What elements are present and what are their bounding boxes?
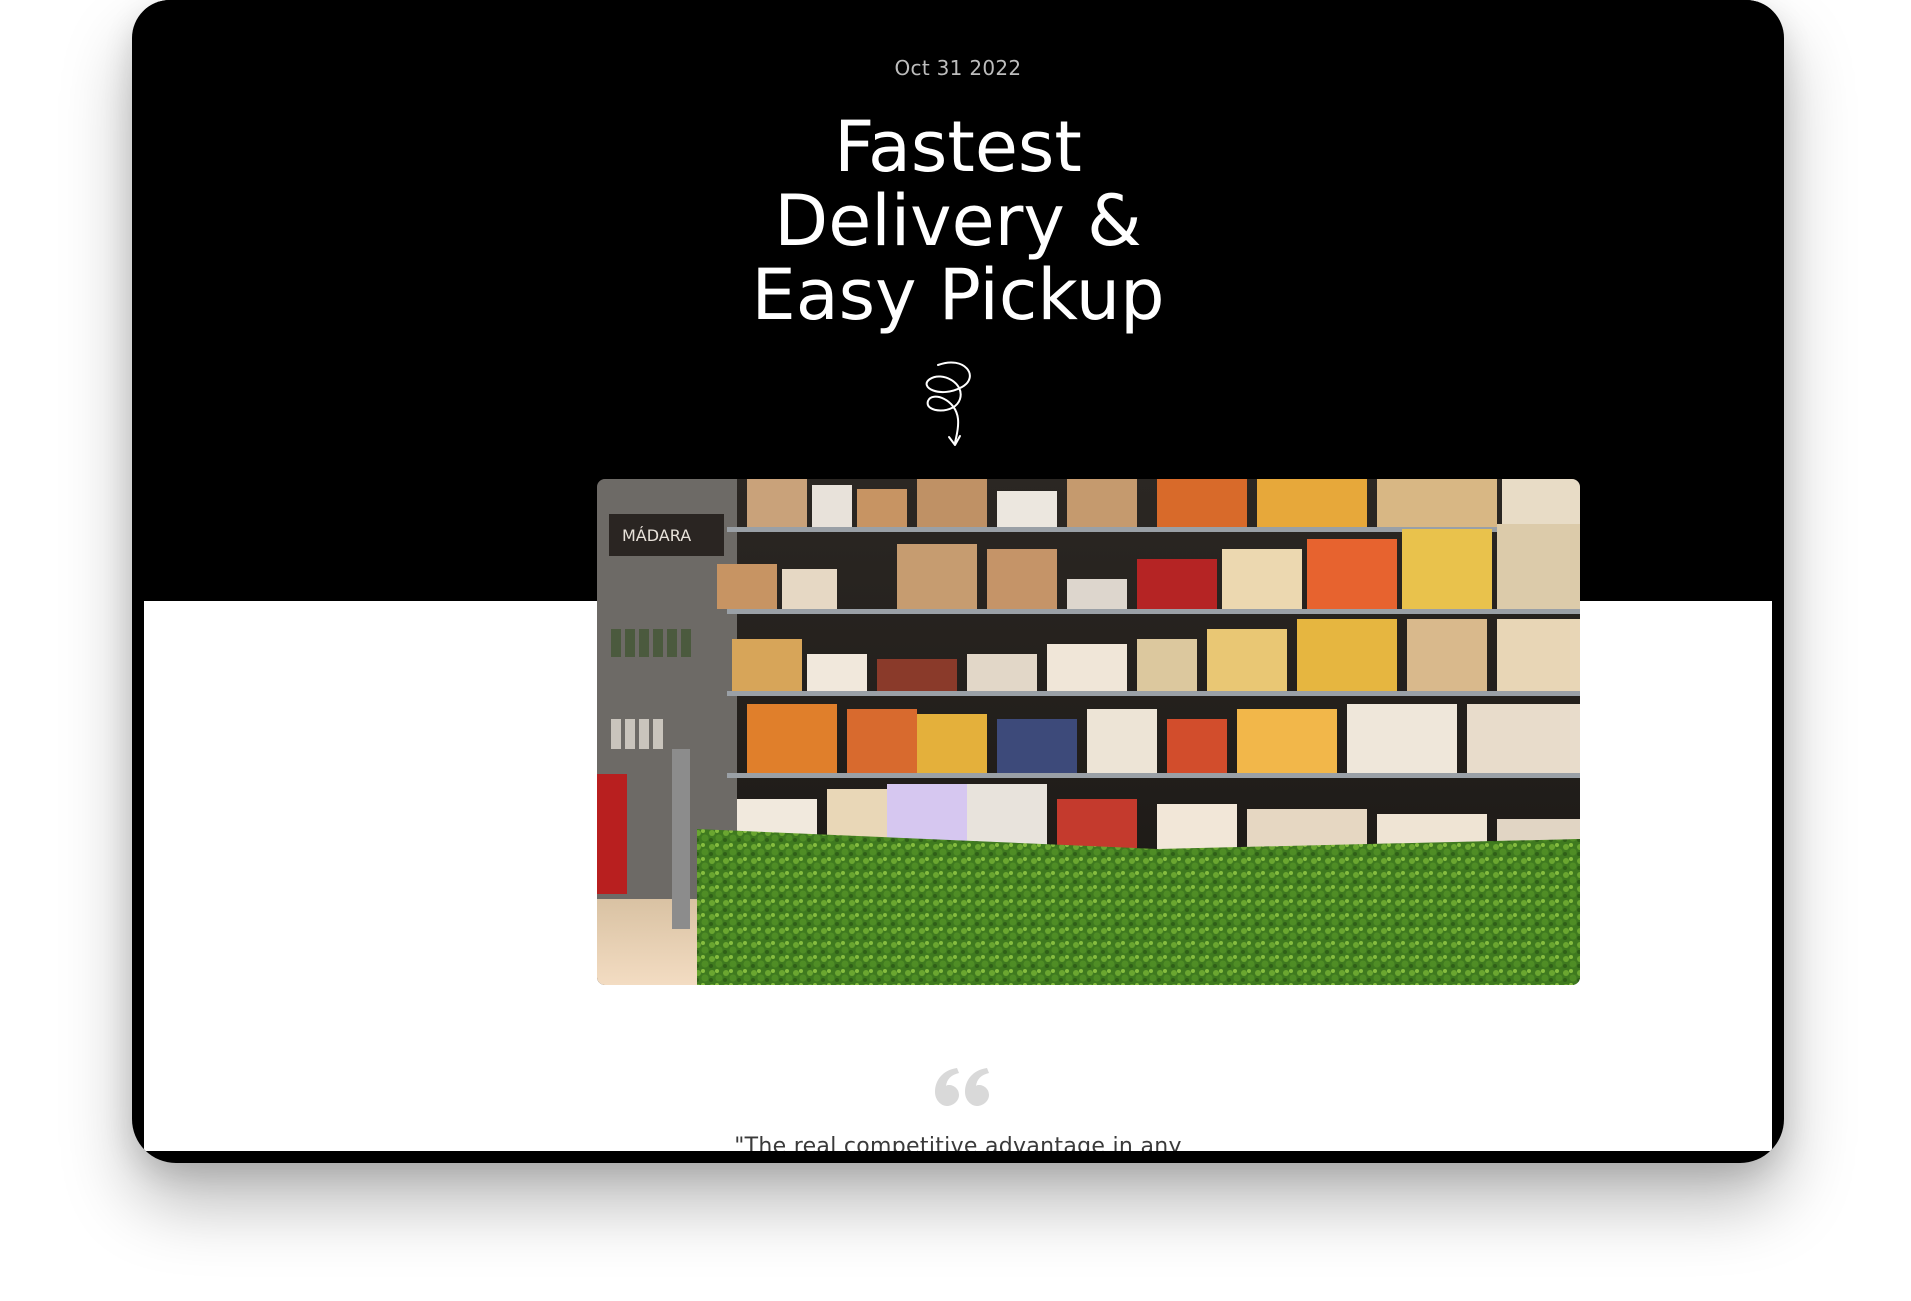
shelves-illustration: MÁDARA	[597, 479, 1580, 985]
title-line-3: Easy Pickup	[751, 254, 1165, 336]
page-screen: Oct 31 2022 Fastest Delivery & Easy Pick…	[144, 0, 1772, 1151]
quote-text: "The real competitive advantage in any	[734, 1134, 1182, 1151]
swirl-arrow-down-icon	[925, 361, 971, 446]
title-line-1: Fastest	[834, 106, 1082, 188]
title-line-2: Delivery &	[774, 180, 1142, 262]
device-frame: Oct 31 2022 Fastest Delivery & Easy Pick…	[132, 0, 1784, 1163]
grocery-store-photo: MÁDARA	[597, 479, 1580, 985]
quote-mark-icon	[935, 1068, 989, 1106]
post-date: Oct 31 2022	[894, 56, 1022, 80]
madara-sign-text: MÁDARA	[622, 526, 691, 545]
page-title: Fastest Delivery & Easy Pickup	[144, 110, 1772, 332]
